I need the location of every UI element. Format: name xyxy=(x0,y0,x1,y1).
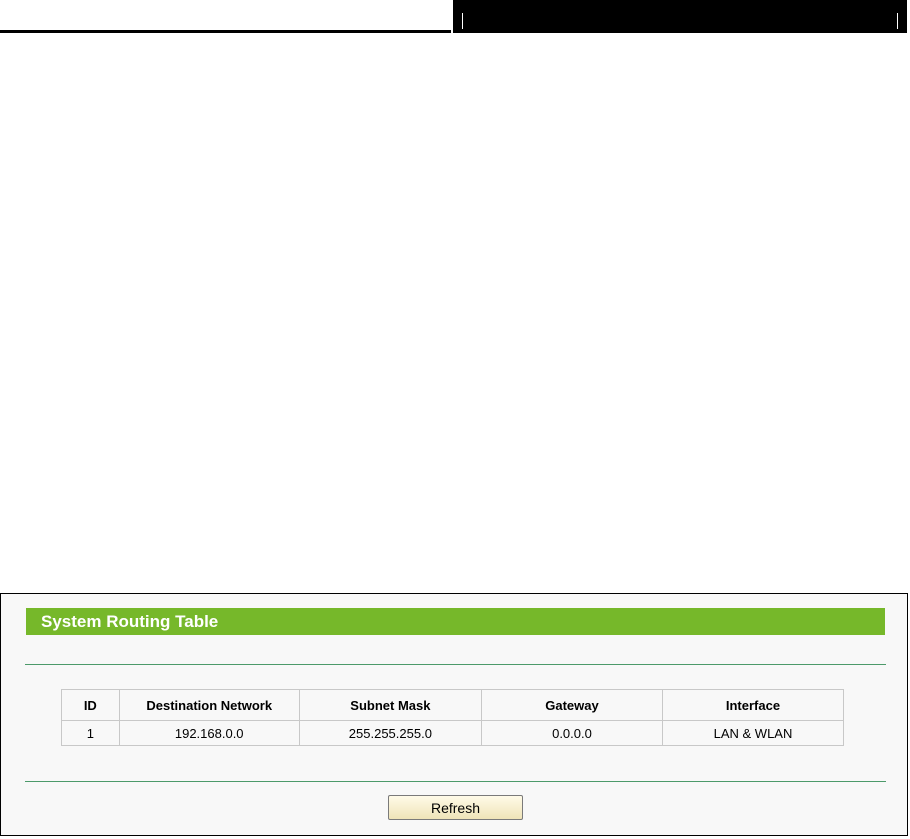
cell-interface: LAN & WLAN xyxy=(661,720,845,746)
routing-table: ID Destination Network Subnet Mask Gatew… xyxy=(61,689,845,746)
column-header-gateway: Gateway xyxy=(480,689,663,721)
table-row: 1 192.168.0.0 255.255.255.0 0.0.0.0 LAN … xyxy=(61,720,845,746)
column-header-destination: Destination Network xyxy=(118,689,300,721)
refresh-button[interactable]: Refresh xyxy=(388,795,523,820)
column-header-id: ID xyxy=(61,689,120,721)
column-header-interface: Interface xyxy=(661,689,845,721)
divider-bottom xyxy=(25,781,886,782)
header-underline xyxy=(0,30,451,33)
header-tick-right xyxy=(897,13,898,29)
cell-subnet-mask: 255.255.255.0 xyxy=(298,720,482,746)
header-tick-left xyxy=(462,13,463,29)
divider-top xyxy=(25,664,886,665)
header-bar xyxy=(453,0,907,33)
panel-title: System Routing Table xyxy=(26,608,885,635)
cell-destination: 192.168.0.0 xyxy=(118,720,300,746)
table-header-row: ID Destination Network Subnet Mask Gatew… xyxy=(61,689,845,721)
column-header-subnet-mask: Subnet Mask xyxy=(298,689,482,721)
cell-gateway: 0.0.0.0 xyxy=(480,720,663,746)
routing-table-panel: System Routing Table ID Destination Netw… xyxy=(0,593,908,836)
cell-id: 1 xyxy=(61,720,120,746)
